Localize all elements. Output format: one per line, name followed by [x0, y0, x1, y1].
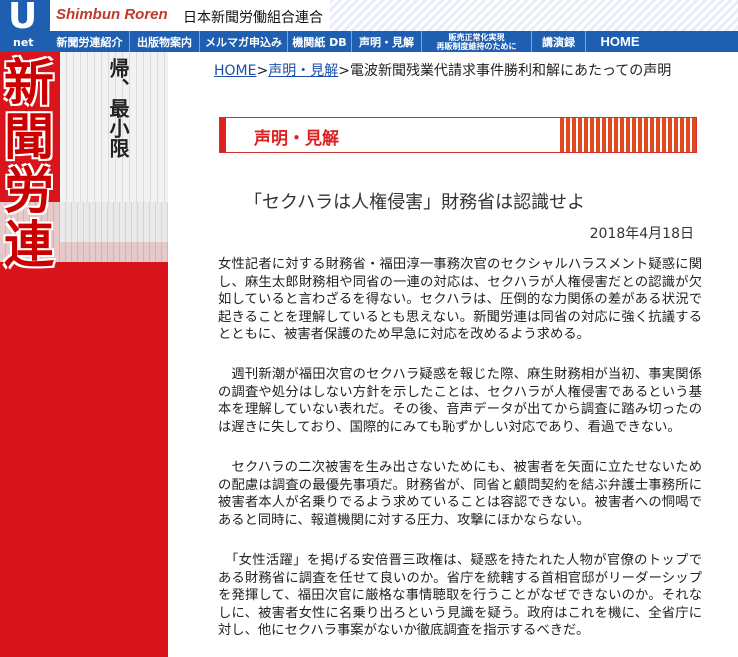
- logo-letter: U: [8, 0, 38, 37]
- banner-accent-bar: [220, 118, 226, 152]
- nav-item-statements[interactable]: 声明・見解: [352, 31, 422, 52]
- sidebar-image: 帰、最小限 新聞労連: [0, 52, 168, 657]
- nav-item-about[interactable]: 新聞労連紹介: [50, 31, 130, 52]
- nav-item-publications[interactable]: 出版物案内: [130, 31, 200, 52]
- article-paragraph-1: 女性記者に対する財務省・福田淳一事務次官のセクシャルハラスメント疑惑に関し、麻生…: [218, 257, 702, 342]
- header-pattern: [330, 0, 738, 31]
- nav-item-bulletin-db[interactable]: 機関紙 DB: [288, 31, 352, 52]
- nav-item-sales-line2: 再販制度維持のために: [436, 41, 517, 51]
- clipping-text: 帰、最小限: [106, 58, 130, 158]
- section-banner: 声明・見解: [219, 117, 697, 153]
- banner-label: 声明・見解: [254, 129, 339, 149]
- brand-name-jp: 日本新聞労働組合連合: [183, 10, 323, 26]
- banner-stripes: [560, 118, 696, 152]
- logo-sub: net: [13, 36, 34, 49]
- nav-item-home[interactable]: HOME: [586, 31, 654, 52]
- sidebar-title: 新聞労連: [4, 54, 54, 274]
- main-nav: 新聞労連紹介 出版物案内 メルマガ申込み 機関紙 DB 声明・見解 販売正常化実…: [50, 31, 738, 52]
- nav-item-newsletter[interactable]: メルマガ申込み: [200, 31, 288, 52]
- breadcrumb-separator: >: [338, 63, 350, 79]
- breadcrumb-separator: >: [256, 63, 269, 79]
- breadcrumb-current: 電波新聞残業代請求事件勝利和解にあたっての声明: [349, 63, 672, 79]
- breadcrumb-home-link[interactable]: HOME: [214, 63, 256, 79]
- nav-item-sales-line1: 販売正常化実現: [448, 32, 505, 42]
- main-content: HOME>声明・見解>電波新聞残業代請求事件勝利和解にあたっての声明 声明・見解…: [214, 60, 714, 638]
- breadcrumb-section-link[interactable]: 声明・見解: [268, 63, 338, 79]
- nav-item-lectures[interactable]: 講演録: [532, 31, 586, 52]
- article-paragraph-4: 「女性活躍」を掲げる安倍晋三政権は、疑惑を持たれた人物が官僚のトップである財務省…: [218, 553, 702, 638]
- nav-item-sales[interactable]: 販売正常化実現 再販制度維持のために: [422, 31, 532, 52]
- brand-name[interactable]: Shimbun Roren: [56, 6, 168, 23]
- site-logo[interactable]: U net: [0, 0, 50, 52]
- breadcrumb: HOME>声明・見解>電波新聞残業代請求事件勝利和解にあたっての声明: [214, 60, 714, 82]
- article-paragraph-2: 週刊新潮が福田次官のセクハラ疑惑を報じた際、麻生財務相が当初、事実関係の調査や処…: [218, 367, 702, 435]
- article-headline: 「セクハラは人権侵害」財務省は認識せよ: [244, 192, 586, 213]
- article-date: 2018年4月18日: [589, 226, 694, 242]
- site-header: Shimbun Roren 日本新聞労働組合連合: [0, 0, 738, 31]
- article-paragraph-3: セクハラの二次被害を生み出さないためにも、被害者を矢面に立たせないための配慮は調…: [218, 460, 702, 528]
